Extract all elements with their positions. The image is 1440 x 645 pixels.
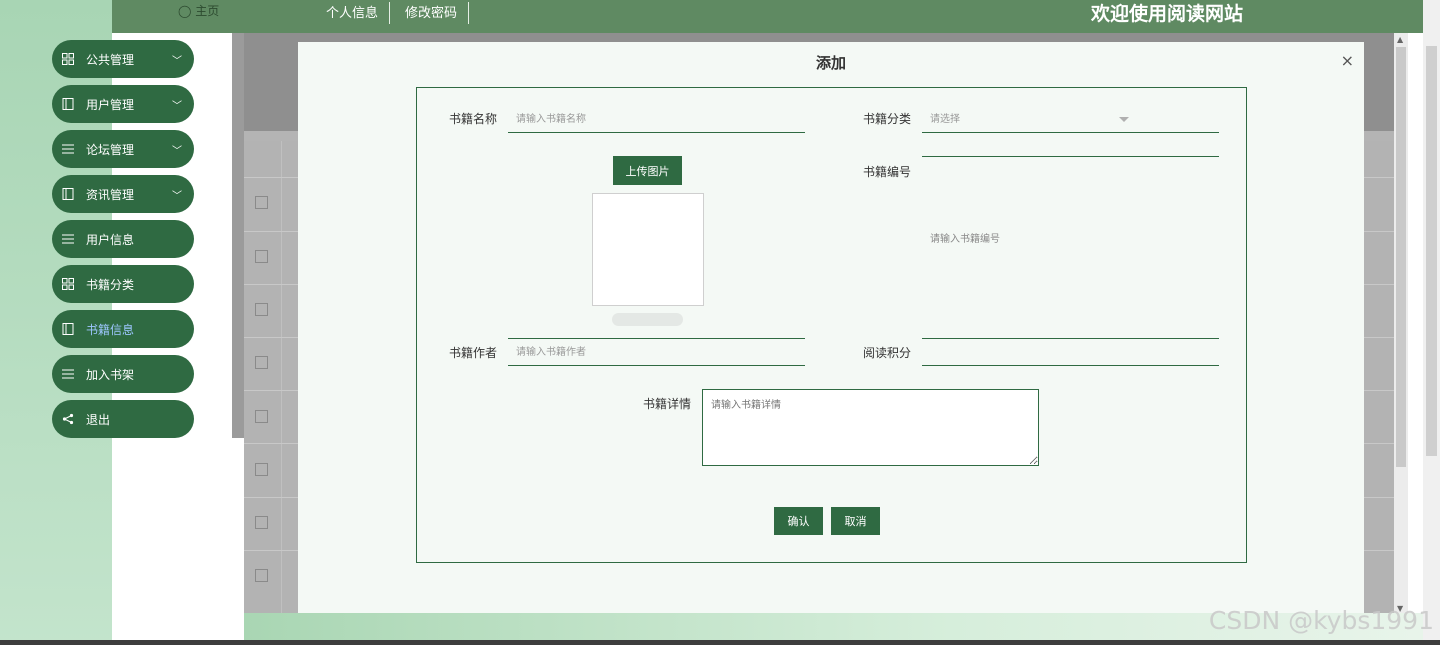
welcome-title: 欢迎使用阅读网站 xyxy=(1090,3,1243,25)
window-scrollbar[interactable] xyxy=(1423,0,1440,640)
sidebar-item-label: 资讯管理 xyxy=(86,187,135,202)
book-category-select[interactable] xyxy=(922,107,1219,133)
scrollbar-thumb[interactable] xyxy=(1426,46,1437,456)
sidebar-item-label: 书籍信息 xyxy=(86,322,135,337)
field-divider xyxy=(922,338,1219,339)
book-icon xyxy=(61,187,75,201)
read-points-input[interactable] xyxy=(922,340,1219,366)
sidebar-scrollbar[interactable] xyxy=(232,33,244,438)
dialog-title: 添加 xyxy=(815,54,846,72)
row-checkbox[interactable] xyxy=(255,463,268,476)
book-number-placeholder[interactable]: 请输入书籍编号 xyxy=(930,230,1000,245)
list-icon xyxy=(61,142,75,156)
share-icon xyxy=(61,412,75,426)
sidebar-item-user-management[interactable]: 用户管理 ﹀ xyxy=(52,85,194,123)
cancel-button[interactable]: 取消 xyxy=(831,507,880,535)
image-progress-bar xyxy=(612,313,683,326)
nav-change-password[interactable]: 修改密码 xyxy=(391,4,471,26)
list-icon xyxy=(61,232,75,246)
scrollbar-thumb[interactable] xyxy=(1396,47,1406,467)
nav-personal-info[interactable]: 个人信息 xyxy=(312,4,392,26)
sidebar-item-logout[interactable]: 退出 xyxy=(52,400,194,438)
row-checkbox[interactable] xyxy=(255,569,268,582)
sidebar-item-news-management[interactable]: 资讯管理 ﹀ xyxy=(52,175,194,213)
sidebar-item-label: 书籍分类 xyxy=(86,277,135,292)
book-category-label: 书籍分类 xyxy=(862,112,911,126)
sidebar-item-forum-management[interactable]: 论坛管理 ﹀ xyxy=(52,130,194,168)
book-author-label: 书籍作者 xyxy=(448,346,497,360)
grid-icon xyxy=(61,277,75,291)
read-points-label: 阅读积分 xyxy=(862,346,911,360)
close-icon[interactable]: × xyxy=(1341,51,1354,70)
sidebar-item-book-info[interactable]: 书籍信息 xyxy=(52,310,194,348)
content-scrollbar[interactable]: ▲ ▼ xyxy=(1394,33,1408,613)
nav-separator xyxy=(468,2,469,24)
book-detail-label: 书籍详情 xyxy=(642,397,691,411)
sidebar-item-label: 用户管理 xyxy=(86,97,135,112)
chevron-down-icon: ﹀ xyxy=(172,190,182,202)
book-number-label: 书籍编号 xyxy=(862,165,911,179)
book-author-input[interactable] xyxy=(508,340,805,366)
sidebar-item-label: 退出 xyxy=(86,412,111,427)
sidebar-item-label: 论坛管理 xyxy=(86,142,135,157)
upload-image-button[interactable]: 上传图片 xyxy=(613,156,682,185)
row-checkbox[interactable] xyxy=(255,196,268,209)
top-bar: ◯ 主页 个人信息 修改密码 欢迎使用阅读网站 xyxy=(112,0,1423,33)
row-checkbox[interactable] xyxy=(255,303,268,316)
home-link[interactable]: ◯ 主页 xyxy=(178,2,219,19)
book-detail-textarea[interactable] xyxy=(702,389,1039,466)
watermark: CSDN @kybs1991 xyxy=(1208,606,1434,635)
confirm-button[interactable]: 确认 xyxy=(774,507,823,535)
add-dialog: 添加 × 书籍名称 书籍分类 上传图片 书籍编号 请输入书籍编号 书籍作者 阅读… xyxy=(298,42,1364,613)
book-name-label: 书籍名称 xyxy=(448,112,497,126)
grid-icon xyxy=(61,52,75,66)
list-icon xyxy=(61,367,75,381)
dropdown-arrow-icon[interactable] xyxy=(1119,117,1129,122)
image-preview xyxy=(592,193,704,306)
row-checkbox[interactable] xyxy=(255,250,268,263)
bottom-dark-strip xyxy=(0,640,1440,645)
chevron-down-icon: ﹀ xyxy=(172,145,182,157)
table-column-divider xyxy=(281,141,282,613)
sidebar-item-add-to-shelf[interactable]: 加入书架 xyxy=(52,355,194,393)
sidebar-item-label: 用户信息 xyxy=(86,232,135,247)
book-icon xyxy=(61,322,75,336)
field-divider xyxy=(508,338,805,339)
chevron-down-icon: ﹀ xyxy=(172,100,182,112)
add-book-form: 书籍名称 书籍分类 上传图片 书籍编号 请输入书籍编号 书籍作者 阅读积分 书籍… xyxy=(416,87,1247,563)
row-checkbox[interactable] xyxy=(255,516,268,529)
sidebar-item-book-category[interactable]: 书籍分类 xyxy=(52,265,194,303)
field-divider xyxy=(922,156,1219,157)
book-name-input[interactable] xyxy=(508,107,805,133)
scroll-up-icon[interactable]: ▲ xyxy=(1397,35,1403,44)
sidebar-item-label: 加入书架 xyxy=(86,367,135,382)
book-icon xyxy=(61,97,75,111)
row-checkbox[interactable] xyxy=(255,410,268,423)
sidebar-item-label: 公共管理 xyxy=(86,52,135,67)
nav-separator xyxy=(389,2,390,24)
sidebar-item-public-management[interactable]: 公共管理 ﹀ xyxy=(52,40,194,78)
row-checkbox[interactable] xyxy=(255,356,268,369)
chevron-down-icon: ﹀ xyxy=(172,55,182,67)
sidebar-item-user-info[interactable]: 用户信息 xyxy=(52,220,194,258)
